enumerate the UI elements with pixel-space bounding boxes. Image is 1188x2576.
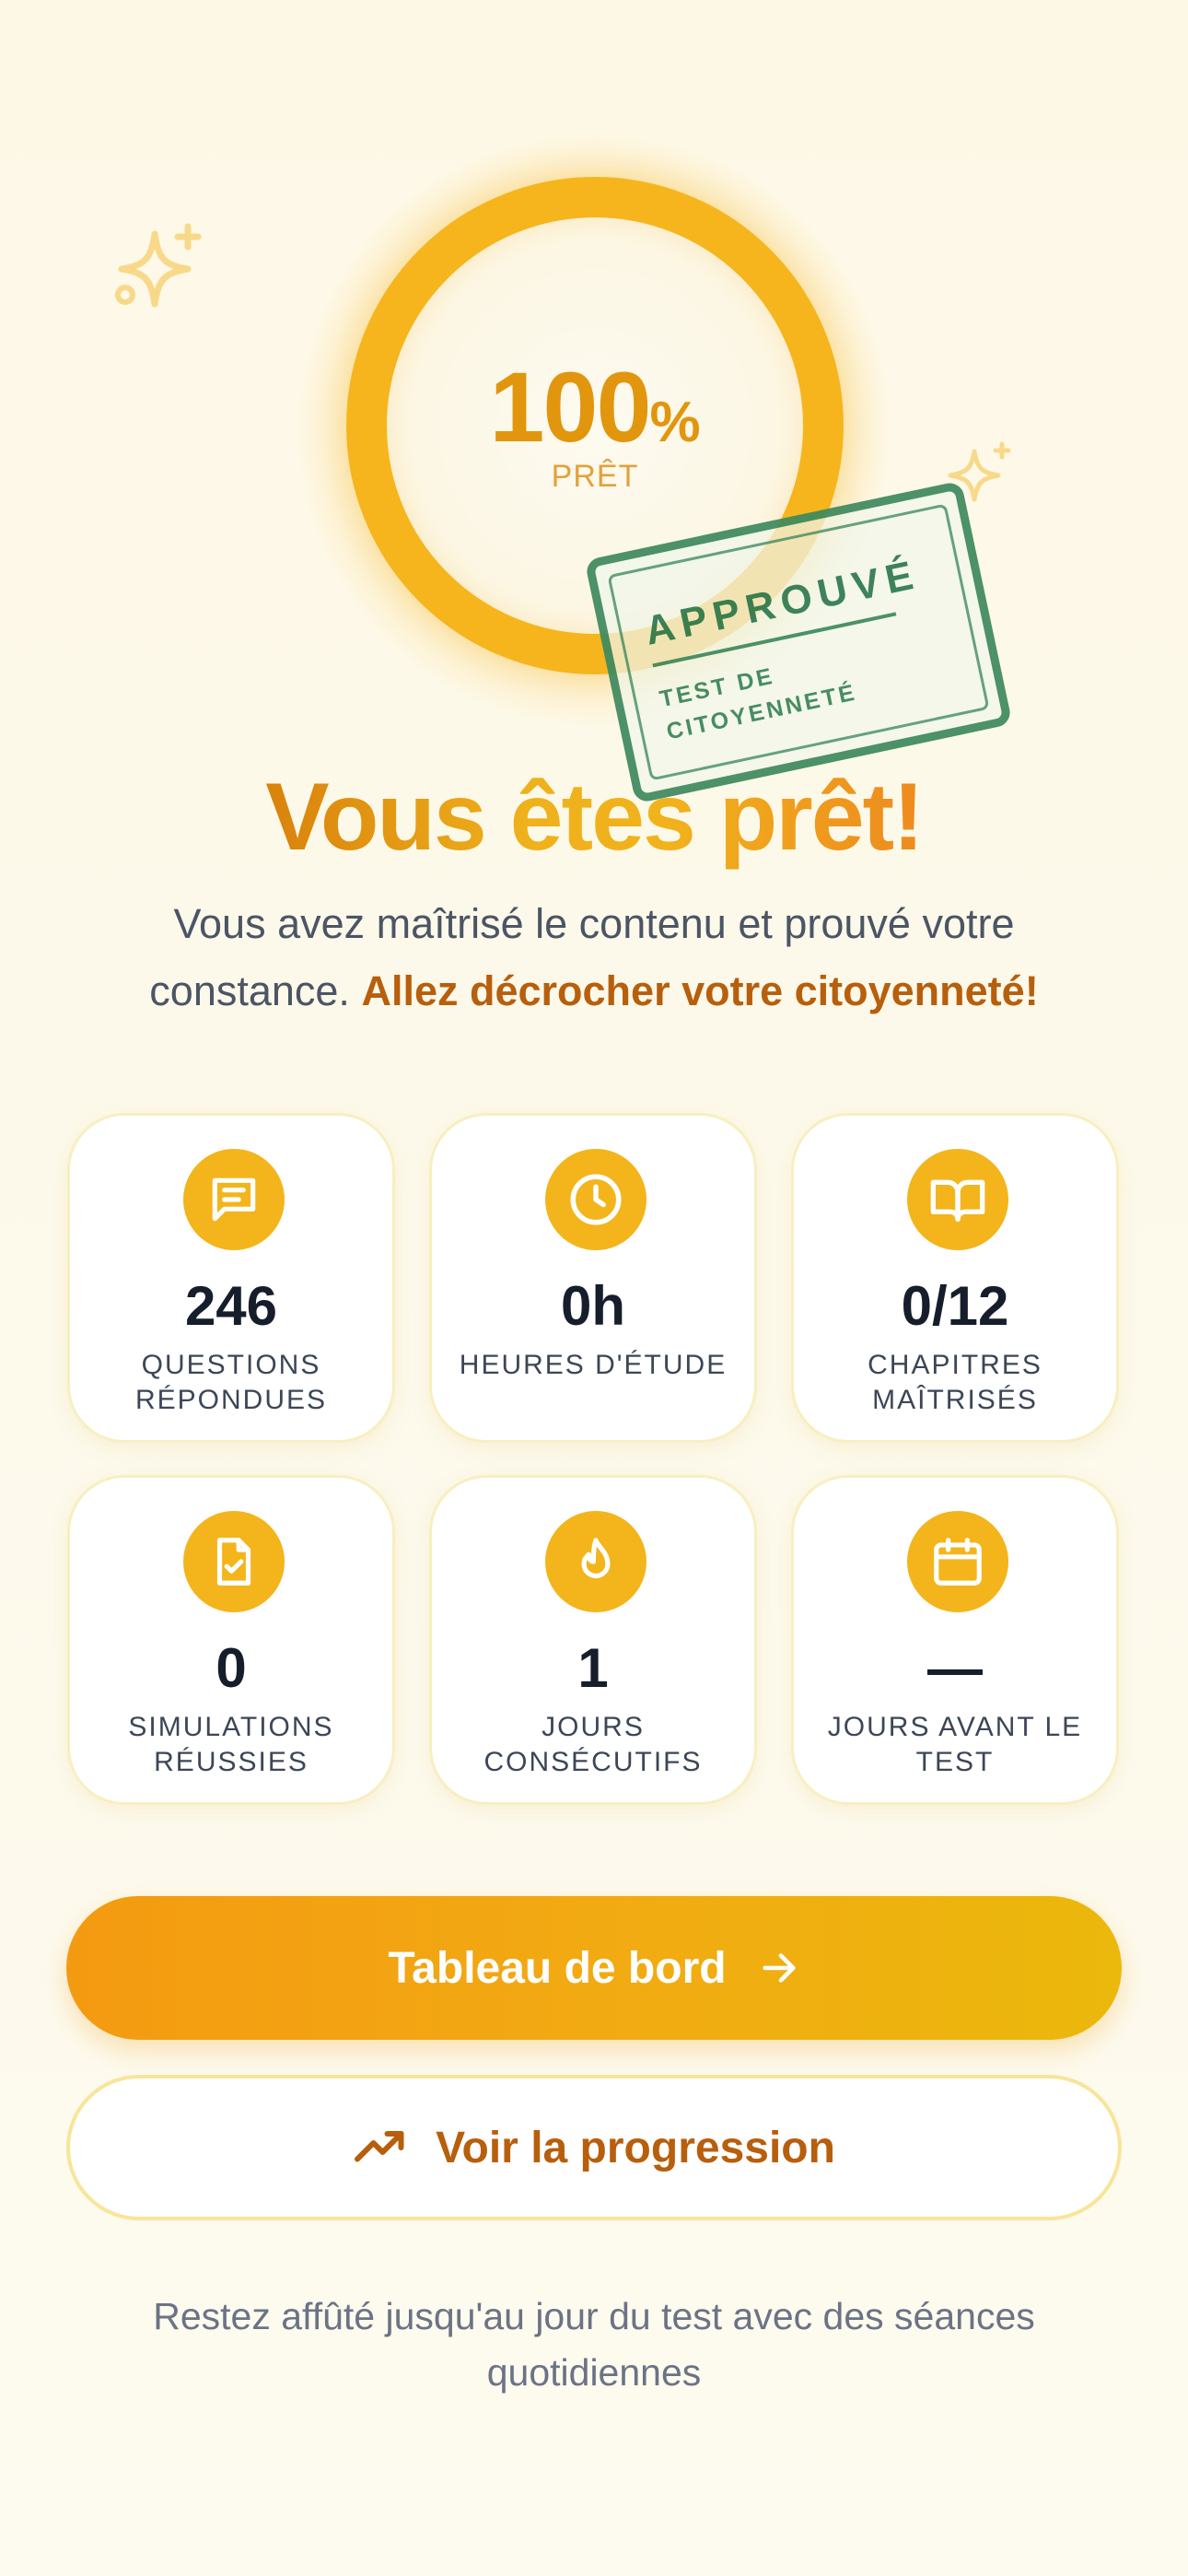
view-progress-button[interactable]: Voir la progression	[66, 2075, 1122, 2220]
flame-icon	[545, 1511, 646, 1612]
stat-label: CHAPITRES MAÎTRISÉS	[868, 1350, 1042, 1415]
stat-value: 0/12	[901, 1275, 1009, 1337]
message-icon	[183, 1149, 285, 1250]
dashboard-button[interactable]: Tableau de bord	[66, 1896, 1122, 2040]
view-progress-button-label: Voir la progression	[436, 2123, 835, 2172]
trending-up-icon	[353, 2120, 408, 2175]
stat-label: HEURES D'ÉTUDE	[459, 1350, 728, 1380]
stat-card-simulations: 0 SIMULATIONS RÉUSSIES	[67, 1475, 395, 1805]
stat-card-chapters: 0/12 CHAPITRES MAÎTRISÉS	[791, 1113, 1119, 1443]
stat-card-questions: 246 QUESTIONS RÉPONDUES	[67, 1113, 395, 1443]
dashboard-button-label: Tableau de bord	[388, 1943, 727, 1993]
stat-card-study-hours: 0h HEURES D'ÉTUDE	[429, 1113, 757, 1443]
page-subtitle: Vous avez maîtrisé le contenu et prouvé …	[83, 890, 1105, 1025]
readiness-label: PRÊT	[551, 459, 639, 494]
subtitle-highlight: Allez décrocher votre citoyenneté!	[361, 967, 1039, 1014]
stat-label: JOURS AVANT LE TEST	[827, 1712, 1083, 1777]
stat-card-streak: 1 JOURS CONSÉCUTIFS	[429, 1475, 757, 1805]
arrow-right-icon	[758, 1947, 800, 1989]
page-title-text: Vous êtes prêt!	[265, 764, 925, 871]
stat-value: 246	[184, 1275, 278, 1337]
stat-value: 1	[577, 1637, 609, 1699]
clock-icon	[545, 1149, 646, 1250]
stat-label: QUESTIONS RÉPONDUES	[134, 1350, 328, 1415]
sparkle-icon	[109, 217, 210, 319]
stat-value: 0	[215, 1637, 247, 1699]
stat-label: JOURS CONSÉCUTIFS	[483, 1712, 703, 1777]
readiness-percent-value: 100	[489, 351, 651, 463]
readiness-percent-unit: %	[649, 391, 701, 454]
file-check-icon	[183, 1511, 285, 1612]
readiness-percent: 100%	[346, 357, 844, 457]
stat-label: SIMULATIONS RÉUSSIES	[128, 1712, 334, 1777]
calendar-icon	[907, 1511, 1008, 1612]
stat-card-days-until-test: — JOURS AVANT LE TEST	[791, 1475, 1119, 1805]
stat-value: —	[927, 1637, 983, 1699]
page-title: Vous êtes prêt!	[0, 757, 1188, 877]
stat-value: 0h	[560, 1275, 626, 1337]
book-icon	[907, 1149, 1008, 1250]
footer-note: Restez affûté jusqu'au jour du test avec…	[153, 2295, 1035, 2394]
